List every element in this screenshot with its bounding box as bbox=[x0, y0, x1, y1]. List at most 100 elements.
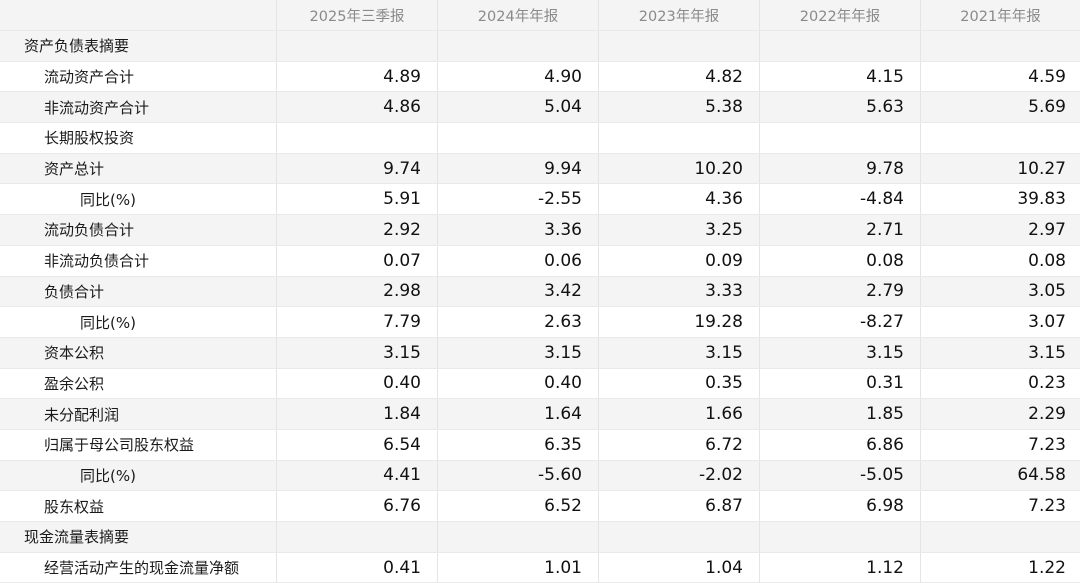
row-label: 流动资产合计 bbox=[0, 61, 277, 92]
value-cell: 2.98 bbox=[277, 276, 438, 307]
value-cell: 4.36 bbox=[599, 184, 760, 215]
value-cell bbox=[599, 31, 760, 61]
value-cell: 19.28 bbox=[599, 307, 760, 337]
table-row: 资本公积 3.15 3.15 3.15 3.15 3.15 bbox=[0, 337, 1080, 369]
value-cell: 3.15 bbox=[438, 337, 599, 368]
row-label: 盈余公积 bbox=[0, 368, 277, 399]
value-cell: 3.05 bbox=[1028, 281, 1066, 302]
value-cell: 0.23 bbox=[1028, 373, 1066, 394]
value-cell: 3.33 bbox=[599, 276, 760, 307]
value-cell: -5.05 bbox=[760, 460, 921, 491]
value-cell: 3.15 bbox=[599, 337, 760, 368]
column-header: 2021年年报 bbox=[960, 8, 1041, 25]
value-cell: 3.15 bbox=[760, 337, 921, 368]
value-cell: 1.12 bbox=[760, 552, 921, 583]
value-cell: 3.42 bbox=[438, 276, 599, 307]
value-cell: 10.20 bbox=[599, 153, 760, 184]
value-cell: 0.41 bbox=[277, 552, 438, 583]
value-cell bbox=[921, 123, 1080, 153]
value-cell: 5.63 bbox=[760, 92, 921, 123]
value-cell: 9.78 bbox=[760, 153, 921, 184]
value-cell: 39.83 bbox=[1017, 189, 1066, 210]
table-row: 非流动资产合计 4.86 5.04 5.38 5.63 5.69 bbox=[0, 92, 1080, 124]
value-cell: 4.59 bbox=[1028, 66, 1066, 87]
value-cell: 3.07 bbox=[1028, 312, 1066, 333]
value-cell bbox=[760, 31, 921, 61]
value-cell: -5.60 bbox=[438, 460, 599, 491]
table-row: 归属于母公司股东权益 6.54 6.35 6.72 6.86 7.23 bbox=[0, 429, 1080, 461]
value-cell: 1.66 bbox=[599, 399, 760, 429]
row-label: 归属于母公司股东权益 bbox=[0, 429, 277, 460]
table-row: 股东权益 6.76 6.52 6.87 6.98 7.23 bbox=[0, 491, 1080, 522]
value-cell: 1.64 bbox=[438, 399, 599, 429]
value-cell bbox=[438, 123, 599, 153]
row-label: 同比(%) bbox=[0, 307, 277, 337]
value-cell: 5.69 bbox=[1028, 97, 1066, 118]
row-label: 资产负债表摘要 bbox=[0, 31, 277, 61]
value-cell bbox=[760, 522, 921, 552]
column-header: 2022年年报 bbox=[760, 0, 921, 30]
value-cell: 2.63 bbox=[438, 307, 599, 337]
value-cell: 6.87 bbox=[599, 491, 760, 521]
value-cell: 6.86 bbox=[760, 429, 921, 460]
value-cell: 0.07 bbox=[277, 245, 438, 276]
value-cell: -8.27 bbox=[760, 307, 921, 337]
table-body: 资产负债表摘要 流动资产合计 4.89 4.90 4.82 4.15 4.59 非流动资产合计… bbox=[0, 31, 1080, 583]
table-row: 经营活动产生的现金流量净额 0.41 1.01 1.04 1.12 1.22 bbox=[0, 552, 1080, 583]
value-cell bbox=[438, 522, 599, 552]
column-header: 2023年年报 bbox=[599, 0, 760, 30]
value-cell: 2.71 bbox=[760, 215, 921, 245]
value-cell bbox=[277, 31, 438, 61]
value-cell: -2.02 bbox=[599, 460, 760, 491]
row-label: 同比(%) bbox=[0, 184, 277, 215]
value-cell: 1.85 bbox=[760, 399, 921, 429]
row-label: 非流动资产合计 bbox=[0, 92, 277, 123]
table-row: 盈余公积 0.40 0.40 0.35 0.31 0.23 bbox=[0, 368, 1080, 400]
value-cell: -4.84 bbox=[760, 184, 921, 215]
value-cell: 3.15 bbox=[1028, 342, 1066, 363]
value-cell: 0.06 bbox=[438, 245, 599, 276]
value-cell bbox=[277, 123, 438, 153]
row-label: 负债合计 bbox=[0, 276, 277, 307]
row-label: 流动负债合计 bbox=[0, 215, 277, 245]
header-label-cell bbox=[0, 0, 277, 30]
table-row: 未分配利润 1.84 1.64 1.66 1.85 2.29 bbox=[0, 399, 1080, 430]
value-cell: 0.35 bbox=[599, 368, 760, 399]
value-cell: 4.89 bbox=[277, 61, 438, 92]
value-cell: 4.15 bbox=[760, 61, 921, 92]
table-row: 非流动负债合计 0.07 0.06 0.09 0.08 0.08 bbox=[0, 245, 1080, 277]
value-cell: 3.15 bbox=[277, 337, 438, 368]
value-cell: 10.27 bbox=[1017, 158, 1066, 179]
table-row: 同比(%) 4.41 -5.60 -2.02 -5.05 64.58 bbox=[0, 460, 1080, 492]
value-cell: 1.01 bbox=[438, 552, 599, 583]
value-cell: 6.35 bbox=[438, 429, 599, 460]
row-label: 同比(%) bbox=[0, 460, 277, 491]
row-label: 现金流量表摘要 bbox=[0, 522, 277, 552]
value-cell: 6.76 bbox=[277, 491, 438, 521]
value-cell bbox=[921, 522, 1080, 552]
row-label: 股东权益 bbox=[0, 491, 277, 521]
value-cell: 5.91 bbox=[277, 184, 438, 215]
value-cell: 7.79 bbox=[277, 307, 438, 337]
value-cell bbox=[760, 123, 921, 153]
value-cell: 3.25 bbox=[599, 215, 760, 245]
table-row: 流动资产合计 4.89 4.90 4.82 4.15 4.59 bbox=[0, 61, 1080, 93]
value-cell: 9.74 bbox=[277, 153, 438, 184]
financial-summary-table: 2025年三季报 2024年年报 2023年年报 2022年年报 2021年年报… bbox=[0, 0, 1080, 583]
value-cell: 4.86 bbox=[277, 92, 438, 123]
row-label: 非流动负债合计 bbox=[0, 245, 277, 276]
value-cell: -2.55 bbox=[438, 184, 599, 215]
section-header-row: 现金流量表摘要 bbox=[0, 522, 1080, 553]
value-cell: 4.41 bbox=[277, 460, 438, 491]
value-cell bbox=[277, 522, 438, 552]
value-cell: 64.58 bbox=[1017, 465, 1066, 486]
row-label: 资产总计 bbox=[0, 153, 277, 184]
value-cell: 6.52 bbox=[438, 491, 599, 521]
column-header: 2025年三季报 bbox=[277, 0, 438, 30]
value-cell bbox=[438, 31, 599, 61]
value-cell bbox=[599, 522, 760, 552]
value-cell: 1.84 bbox=[277, 399, 438, 429]
value-cell: 9.94 bbox=[438, 153, 599, 184]
value-cell: 0.08 bbox=[1028, 250, 1066, 271]
table-row: 同比(%) 5.91 -2.55 4.36 -4.84 39.83 bbox=[0, 184, 1080, 216]
